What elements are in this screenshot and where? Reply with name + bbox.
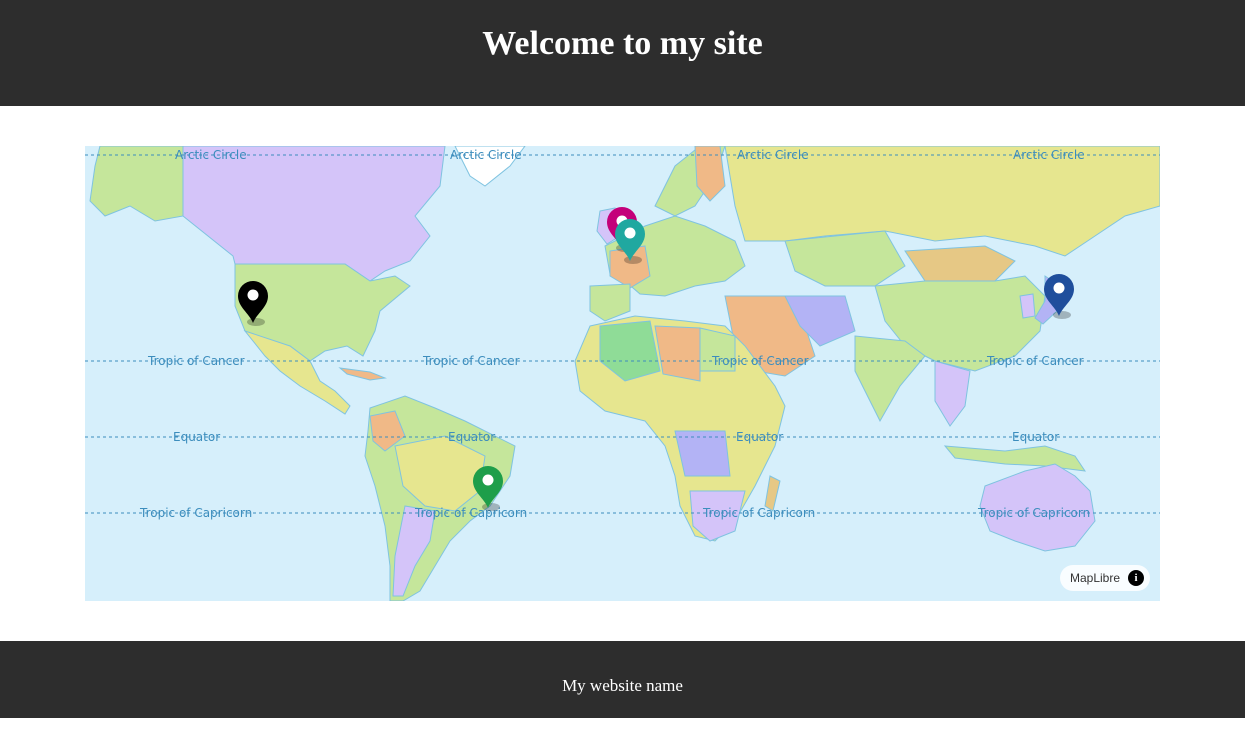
- land-congo: [674, 430, 731, 477]
- equator-label: Equator: [1012, 430, 1059, 444]
- equator-label: Equator: [736, 430, 783, 444]
- attribution-text[interactable]: MapLibre: [1070, 571, 1120, 585]
- cancer-label: Tropic of Cancer: [711, 354, 809, 368]
- site-header: Welcome to my site: [0, 0, 1245, 106]
- capricorn-label: Tropic of Capricorn: [977, 506, 1090, 520]
- cancer-label: Tropic of Cancer: [422, 354, 520, 368]
- equator-label: Equator: [173, 430, 220, 444]
- capricorn-label: Tropic of Capricorn: [414, 506, 527, 520]
- equator-label: Equator: [448, 430, 495, 444]
- world-map[interactable]: Arctic Circle Arctic Circle Arctic Circl…: [85, 146, 1160, 601]
- land-korea: [1019, 293, 1036, 319]
- capricorn-label: Tropic of Capricorn: [139, 506, 252, 520]
- map-attribution[interactable]: MapLibre i: [1059, 565, 1150, 591]
- map-canvas[interactable]: Arctic Circle Arctic Circle Arctic Circl…: [85, 146, 1160, 601]
- site-footer: My website name: [0, 641, 1245, 718]
- page-title: Welcome to my site: [482, 25, 763, 62]
- arctic-label: Arctic Circle: [450, 148, 522, 162]
- cancer-label: Tropic of Cancer: [986, 354, 1084, 368]
- arctic-label: Arctic Circle: [175, 148, 247, 162]
- arctic-label: Arctic Circle: [737, 148, 809, 162]
- land-alaska: [89, 146, 186, 222]
- cancer-label: Tropic of Cancer: [147, 354, 245, 368]
- arctic-label: Arctic Circle: [1013, 148, 1085, 162]
- info-icon[interactable]: i: [1128, 570, 1144, 586]
- capricorn-label: Tropic of Capricorn: [702, 506, 815, 520]
